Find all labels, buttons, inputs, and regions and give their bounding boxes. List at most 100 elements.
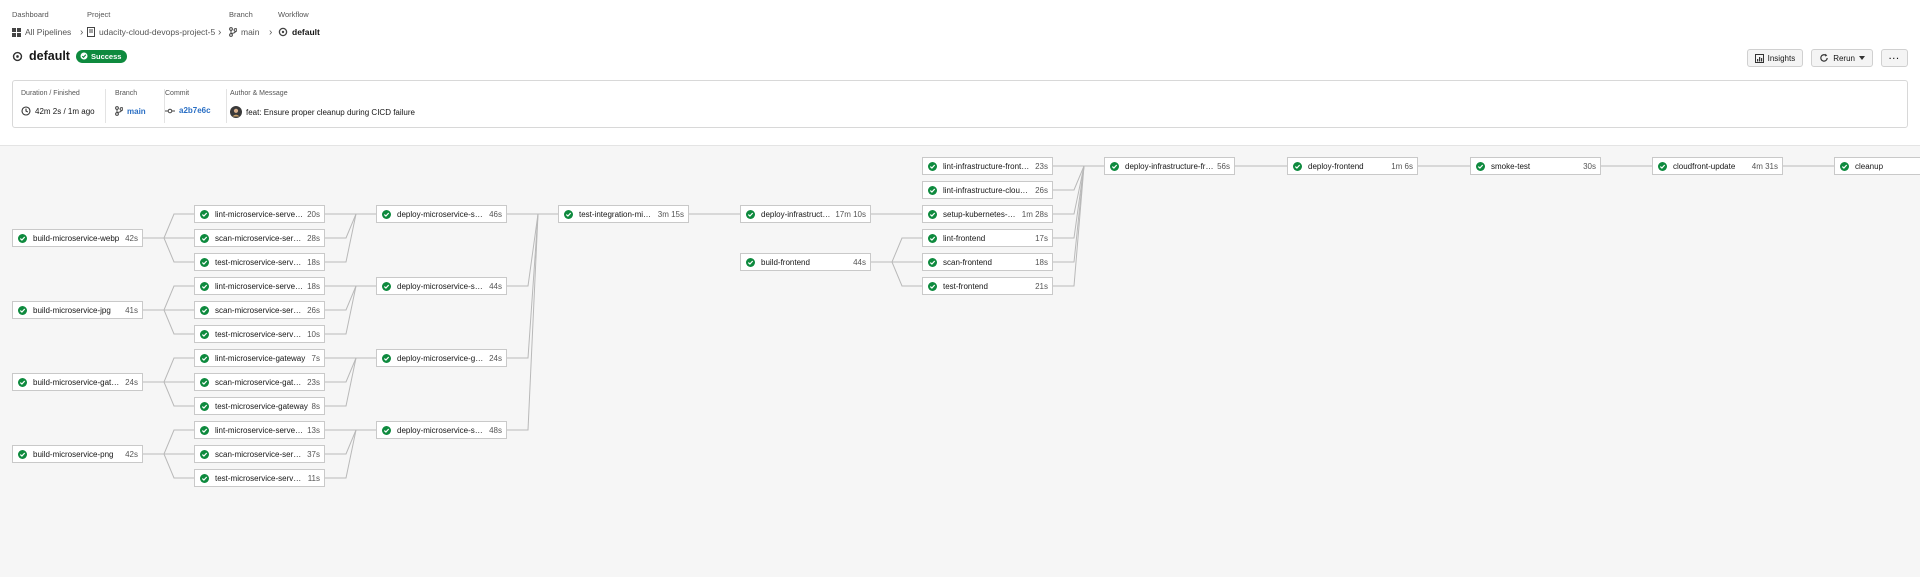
success-check-icon xyxy=(1476,161,1485,171)
job-node-lf[interactable]: lint-frontend 17s xyxy=(922,229,1053,247)
job-duration: 42s xyxy=(125,449,138,459)
job-name: test-microservice-gateway xyxy=(215,401,308,411)
page-title: default xyxy=(29,49,70,63)
status-badge: Success xyxy=(75,49,128,63)
job-node-s-webp[interactable]: scan-microservice-server-…28s xyxy=(194,229,325,247)
job-node-t-gw[interactable]: test-microservice-gateway 8s xyxy=(194,397,325,415)
success-check-icon xyxy=(382,209,391,219)
commit-message: feat: Ensure proper cleanup during CICD … xyxy=(246,107,415,117)
success-check-icon xyxy=(928,281,937,291)
job-name: deploy-infrastructur… xyxy=(761,209,833,219)
branch-link[interactable]: main xyxy=(127,107,146,116)
rerun-label: Rerun xyxy=(1833,53,1855,63)
job-node-tf[interactable]: test-frontend 21s xyxy=(922,277,1053,295)
job-node-st[interactable]: smoke-test 30s xyxy=(1470,157,1601,175)
chevron-right-icon: › xyxy=(269,27,273,38)
job-duration: 17m 10s xyxy=(835,209,866,219)
breadcrumb-branch[interactable]: Branch main xyxy=(229,10,259,39)
job-node-sk[interactable]: setup-kubernetes-clu… 1m 28s xyxy=(922,205,1053,223)
success-check-icon xyxy=(200,257,209,267)
job-name: test-microservice-server-… xyxy=(215,257,305,267)
job-node-di[interactable]: deploy-infrastructur… 17m 10s xyxy=(740,205,871,223)
workflow-graph[interactable]: build-microservice-webp 42s build-microser… xyxy=(0,145,1920,577)
job-node-d-webp[interactable]: deploy-microservice-serv… 46s xyxy=(376,205,507,223)
job-node-cu[interactable]: cloudfront-update 4m 31s xyxy=(1652,157,1783,175)
job-duration: 26s xyxy=(307,305,320,315)
workflow-icon xyxy=(12,51,23,62)
job-duration: 24s xyxy=(125,377,138,387)
commit-field: Commit a2b7e6c xyxy=(165,89,211,115)
commit-icon xyxy=(165,107,175,115)
job-node-lif[interactable]: lint-infrastructure-frontend 23s xyxy=(922,157,1053,175)
job-node-s-gw[interactable]: scan-microservice-gatew… 23s xyxy=(194,373,325,391)
job-node-lic[interactable]: lint-infrastructure-cloudfr… 26s xyxy=(922,181,1053,199)
job-node-b-png[interactable]: build-microservice-png 42s xyxy=(12,445,143,463)
job-node-d-jpg[interactable]: deploy-microservice-serv… 44s xyxy=(376,277,507,295)
job-node-b-webp[interactable]: build-microservice-webp 42s xyxy=(12,229,143,247)
job-node-s-jpg[interactable]: scan-microservice-server-…26s xyxy=(194,301,325,319)
job-duration: 42s xyxy=(125,233,138,243)
job-duration: 44s xyxy=(853,257,866,267)
rerun-button[interactable]: Rerun xyxy=(1811,49,1873,67)
commit-label: Commit xyxy=(165,90,190,97)
breadcrumb-project[interactable]: Project udacity-cloud-devops-project-5 xyxy=(87,10,215,39)
job-name: deploy-microservice-serv… xyxy=(397,209,487,219)
job-node-t-png[interactable]: test-microservice-server-… 11s xyxy=(194,469,325,487)
job-node-d-png[interactable]: deploy-microservice-serv… 48s xyxy=(376,421,507,439)
job-node-l-gw[interactable]: lint-microservice-gateway 7s xyxy=(194,349,325,367)
header-actions: Insights Rerun ··· xyxy=(1746,49,1908,67)
job-name: lint-infrastructure-cloudfr… xyxy=(943,185,1033,195)
job-name: lint-frontend xyxy=(943,233,986,243)
job-name: scan-microservice-gatew… xyxy=(215,377,305,387)
author-message-field: Author & Message feat: Ensure proper cle… xyxy=(230,89,415,118)
job-name: lint-microservice-server-w… xyxy=(215,209,304,219)
job-node-dif[interactable]: deploy-infrastructure-fron… 56s xyxy=(1104,157,1235,175)
job-duration: 23s xyxy=(1035,161,1048,171)
dependency-edge xyxy=(1053,165,1104,287)
success-check-icon xyxy=(746,257,755,267)
job-name: scan-microservice-server-… xyxy=(215,233,305,243)
job-duration: 30s xyxy=(1583,161,1596,171)
job-name: setup-kubernetes-clu… xyxy=(943,209,1019,219)
commit-link[interactable]: a2b7e6c xyxy=(179,106,211,115)
job-name: deploy-infrastructure-fron… xyxy=(1125,161,1215,171)
job-duration: 26s xyxy=(1035,185,1048,195)
success-check-icon xyxy=(200,449,209,459)
dependency-edge xyxy=(143,237,194,263)
job-node-sf[interactable]: scan-frontend 18s xyxy=(922,253,1053,271)
job-node-bf[interactable]: build-frontend 44s xyxy=(740,253,871,271)
job-node-t-jpg[interactable]: test-microservice-server-j… 10s xyxy=(194,325,325,343)
job-duration: 1m 6s xyxy=(1391,161,1413,171)
success-check-icon xyxy=(928,185,937,195)
project-file-icon xyxy=(87,27,95,37)
branch-icon xyxy=(115,106,123,116)
breadcrumb-workflow[interactable]: Workflow default xyxy=(278,10,320,39)
dependency-edge xyxy=(1053,165,1104,191)
breadcrumb-caption: Branch xyxy=(229,10,253,19)
job-node-ti[interactable]: test-integration-micro… 3m 15s xyxy=(558,205,689,223)
job-node-l-jpg[interactable]: lint-microservice-server-jpg 18s xyxy=(194,277,325,295)
job-node-l-webp[interactable]: lint-microservice-server-w…20s xyxy=(194,205,325,223)
job-node-b-jpg[interactable]: build-microservice-jpg 41s xyxy=(12,301,143,319)
job-node-b-gw[interactable]: build-microservice-gatew… 24s xyxy=(12,373,143,391)
workflow-icon xyxy=(278,27,288,37)
insights-button[interactable]: Insights xyxy=(1746,49,1804,67)
job-node-t-webp[interactable]: test-microservice-server-… 18s xyxy=(194,253,325,271)
job-name: test-microservice-server-j… xyxy=(215,329,305,339)
rerun-icon xyxy=(1819,53,1829,63)
breadcrumb-dashboard[interactable]: Dashboard All Pipelines xyxy=(12,10,71,39)
job-duration: 18s xyxy=(1035,257,1048,267)
job-node-d-gw[interactable]: deploy-microservice-gate… 24s xyxy=(376,349,507,367)
job-node-df[interactable]: deploy-frontend 1m 6s xyxy=(1287,157,1418,175)
job-duration: 17s xyxy=(1035,233,1048,243)
more-actions-button[interactable]: ··· xyxy=(1881,49,1908,67)
job-name: cleanup xyxy=(1855,161,1884,171)
divider xyxy=(226,89,227,123)
job-node-cl[interactable]: cleanup xyxy=(1834,157,1920,175)
success-check-icon xyxy=(200,305,209,315)
breadcrumb-caption: Dashboard xyxy=(12,10,49,19)
success-check-icon xyxy=(18,233,27,243)
job-node-l-png[interactable]: lint-microservice-server-p… 13s xyxy=(194,421,325,439)
job-node-s-png[interactable]: scan-microservice-server-…37s xyxy=(194,445,325,463)
dependency-edge xyxy=(143,453,194,479)
